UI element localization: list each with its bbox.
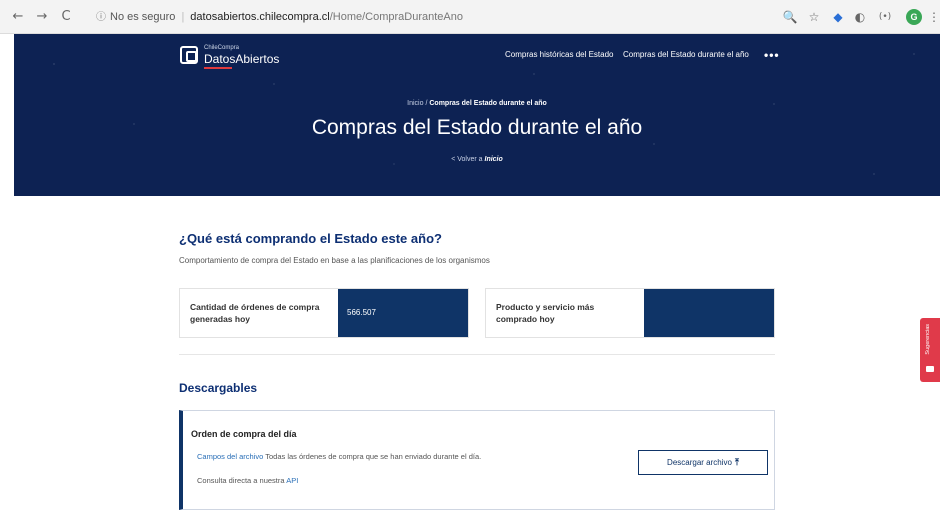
api-link[interactable]: API (286, 476, 298, 485)
fields-link[interactable]: Campos del archivo (197, 452, 263, 461)
breadcrumb-separator: / (425, 100, 428, 107)
extension-icon[interactable]: ◐ (852, 9, 868, 25)
nav-link-historical[interactable]: Compras históricas del Estado (505, 50, 614, 59)
api-line: Consulta directa a nuestra API (197, 476, 298, 485)
browser-toolbar: ← → C ⓘ No es seguro | datosabiertos.chilec… (0, 0, 940, 34)
section-subtitle: Comportamiento de compra del Estado en b… (179, 256, 490, 265)
nav-link-current-year[interactable]: Compras del Estado durante el año (623, 50, 749, 59)
url-separator: | (181, 11, 185, 23)
downloads-title: Descargables (179, 381, 258, 395)
back-arrow-icon[interactable]: ← (10, 9, 26, 25)
extension-icon[interactable]: ◆ (830, 9, 846, 25)
back-link[interactable]: < Volver a Inicio (14, 156, 940, 163)
suggestions-label: Sugerencias (925, 324, 931, 355)
stat-label: Cantidad de órdenes de compra generadas … (190, 302, 320, 324)
download-card-title: Orden de compra del día (191, 429, 297, 439)
logo-mark-icon (180, 46, 198, 64)
profile-avatar[interactable]: G (906, 9, 922, 25)
api-prefix: Consulta directa a nuestra (197, 476, 285, 485)
divider (179, 354, 775, 355)
forward-arrow-icon[interactable]: → (34, 9, 50, 25)
download-description: Campos del archivo Todas las órdenes de … (197, 452, 481, 461)
breadcrumb-current: Compras del Estado durante el año (429, 100, 547, 107)
url-domain: datosabiertos.chilecompra.cl (190, 11, 330, 23)
stat-value (644, 289, 774, 337)
back-link-prefix: < Volver a (451, 156, 485, 163)
back-link-target[interactable]: Inicio (485, 156, 503, 163)
info-icon[interactable]: ⓘ (96, 12, 106, 23)
download-icon: ⤒ (734, 458, 739, 468)
url-path: /Home/CompraDuranteAno (329, 11, 463, 23)
breadcrumb-home[interactable]: Inicio (407, 100, 423, 107)
stat-value: 566.507 (338, 289, 468, 337)
zoom-icon[interactable]: 🔍 (782, 9, 798, 25)
page-title: Compras del Estado durante el año (311, 116, 643, 139)
logo-small-text: ChileCompra (204, 45, 240, 51)
more-menu-icon[interactable]: ••• (764, 48, 780, 62)
envelope-icon (926, 366, 934, 372)
reload-icon[interactable]: C (58, 9, 74, 25)
download-button-label: Descargar archivo (667, 458, 732, 467)
breadcrumb: Inicio / Compras del Estado durante el a… (14, 100, 940, 107)
extension-icon[interactable]: (•) (874, 9, 896, 25)
bookmark-star-icon[interactable]: ☆ (806, 9, 822, 25)
security-label: No es seguro (110, 11, 176, 23)
download-description-text: Todas las órdenes de compra que se han e… (265, 452, 482, 461)
section-title: ¿Qué está comprando el Estado este año? (179, 231, 442, 246)
browser-menu-icon[interactable]: ⋮ (926, 9, 940, 25)
hero-banner: ChileCompra DatosAbiertos Compras histór… (14, 34, 940, 196)
stat-card-top-product: Producto y servicio más comprado hoy (485, 288, 775, 338)
logo-main-text: DatosAbiertos (204, 52, 280, 66)
stat-card-orders: Cantidad de órdenes de compra generadas … (179, 288, 469, 338)
suggestions-tab[interactable]: Sugerencias (920, 318, 940, 382)
stat-label: Producto y servicio más comprado hoy (496, 302, 595, 324)
logo-underline (204, 67, 232, 69)
address-bar[interactable]: ⓘ No es seguro | datosabiertos.chilecompra.… (96, 7, 776, 27)
download-button[interactable]: Descargar archivo ⤒ (638, 450, 768, 475)
